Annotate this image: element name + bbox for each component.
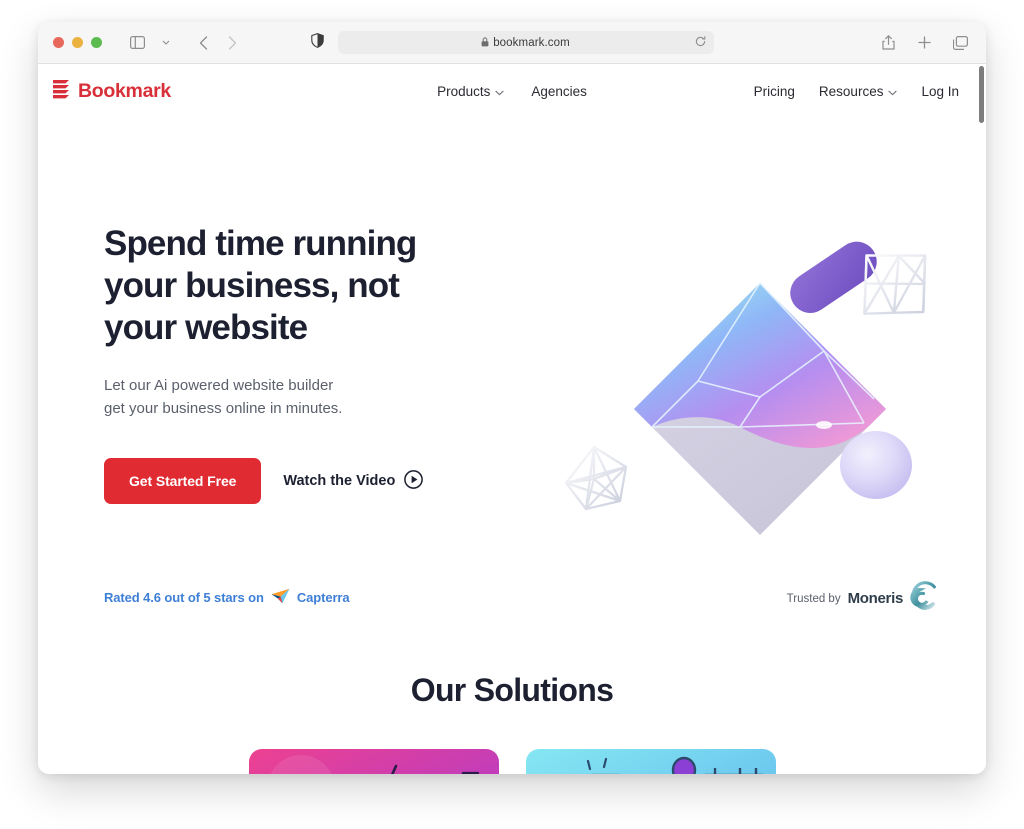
url-text: bookmark.com (493, 36, 570, 49)
forward-button-icon[interactable] (219, 31, 245, 55)
subhead-line-1: Let our Ai powered website builder (104, 377, 334, 394)
traffic-lights (53, 37, 102, 48)
scrollbar-thumb[interactable] (979, 66, 984, 123)
headline-line-3: your website (104, 308, 308, 347)
lavender-sphere-shape (840, 431, 912, 499)
nav-item-agencies[interactable]: Agencies (531, 84, 587, 99)
page-title: Spend time running your business, not yo… (104, 223, 534, 349)
chevron-down-icon (495, 84, 504, 99)
sidebar-dropdown-chevron-icon[interactable] (153, 31, 179, 55)
gradient-diamond-shape (634, 281, 886, 535)
nav-item-login[interactable]: Log In (921, 84, 959, 99)
capterra-brand-label: Capterra (296, 590, 350, 605)
wireframe-polyhedron-shape (564, 445, 628, 511)
sidebar-toggle-icon[interactable] (124, 31, 150, 55)
capterra-icon (271, 588, 290, 607)
nav-item-resources-label: Resources (818, 84, 884, 99)
hero-copy: Spend time running your business, not yo… (104, 223, 534, 504)
hero-illustration (546, 219, 976, 549)
lock-icon (481, 34, 489, 52)
site-header: Bookmark Products Agencies Pricing Resou… (38, 64, 986, 119)
solutions-section: Our Solutions (38, 624, 986, 774)
capterra-rating[interactable]: Rated 4.6 out of 5 stars on Capterra (104, 588, 350, 607)
maximize-window-button[interactable] (91, 37, 102, 48)
moneris-brand-label: Moneris (847, 590, 904, 607)
watch-video-label: Watch the Video (283, 473, 396, 489)
secondary-navigation: Pricing Resources Log In (754, 84, 959, 99)
subhead-line-2: get your business online in minutes. (104, 400, 343, 417)
browser-window: bookmark.com Bookmark Products Agencies … (38, 22, 986, 774)
capterra-rating-text: Rated 4.6 out of 5 stars on (104, 590, 264, 605)
close-window-button[interactable] (53, 37, 64, 48)
play-icon (404, 469, 424, 493)
bookmark-logo[interactable]: Bookmark (52, 79, 171, 105)
page-viewport: Bookmark Products Agencies Pricing Resou… (38, 64, 986, 774)
nav-item-resources[interactable]: Resources (819, 84, 898, 99)
nav-item-products-label: Products (437, 84, 491, 99)
bookmark-logo-text: Bookmark (78, 80, 171, 102)
bookmark-logo-icon (52, 79, 70, 105)
hero-section: Spend time running your business, not yo… (38, 119, 986, 624)
website-builder-card[interactable] (248, 749, 499, 774)
url-display: bookmark.com (481, 34, 570, 52)
nav-item-products[interactable]: Products (437, 84, 504, 99)
hero-subheading: Let our Ai powered website builder get y… (104, 374, 534, 420)
url-input[interactable]: bookmark.com (337, 31, 714, 54)
trusted-by-moneris: Trusted by Moneris (787, 581, 938, 616)
minimize-window-button[interactable] (72, 37, 83, 48)
solutions-cards (38, 749, 986, 774)
trusted-by-label: Trusted by (786, 592, 841, 605)
get-started-free-button[interactable]: Get Started Free (104, 458, 262, 504)
headline-line-2: your business, not (104, 266, 400, 305)
plus-icon[interactable] (911, 31, 937, 55)
nav-item-pricing-label: Pricing (753, 84, 795, 99)
browser-titlebar: bookmark.com (38, 22, 986, 64)
nav-item-login-label: Log In (921, 84, 959, 99)
watch-video-button[interactable]: Watch the Video (283, 469, 424, 493)
navigation-controls (124, 31, 245, 55)
back-button-icon[interactable] (190, 31, 216, 55)
wireframe-cube-shape (863, 254, 927, 315)
headline-line-1: Spend time running (104, 224, 417, 263)
page-scrollbar[interactable] (977, 64, 986, 774)
marketing-card[interactable] (525, 749, 776, 774)
hero-cta-row: Get Started Free Watch the Video (104, 458, 534, 504)
share-icon[interactable] (875, 31, 901, 55)
tab-overview-icon[interactable] (947, 31, 973, 55)
reader-mode-icon[interactable] (310, 32, 324, 53)
reload-icon[interactable] (695, 34, 706, 52)
titlebar-right-controls (875, 31, 973, 55)
solutions-title: Our Solutions (410, 672, 614, 708)
chevron-down-icon (888, 84, 898, 99)
nav-item-agencies-label: Agencies (531, 84, 587, 99)
moneris-logo-icon (908, 581, 938, 616)
nav-item-pricing[interactable]: Pricing (754, 84, 795, 99)
